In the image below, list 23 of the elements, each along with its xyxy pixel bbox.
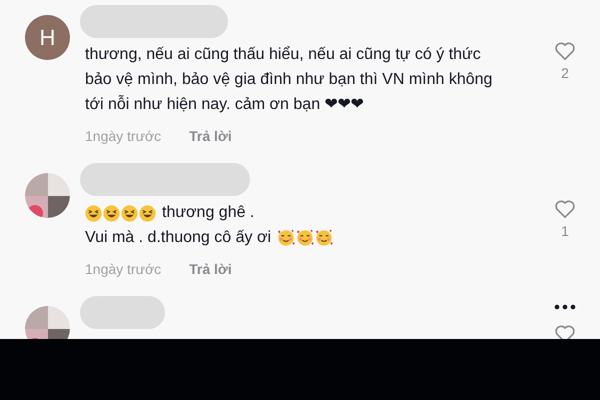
comment-text: tới nỗi như hiện nay. cảm ơn bạn ❤❤❤ xyxy=(85,94,364,115)
like-count: 1 xyxy=(561,222,569,241)
like-heart-icon[interactable] xyxy=(554,324,576,339)
reply-link[interactable]: Trả lời xyxy=(189,126,232,147)
comment-time: 1ngày trước xyxy=(85,260,162,279)
comment-text: thương ghê . xyxy=(162,203,254,223)
laughing-emoji-icon xyxy=(139,204,156,222)
smiling-hearts-emoji-icon xyxy=(277,229,295,247)
laughing-emoji-icon xyxy=(103,204,120,222)
reply-link[interactable]: Trả lời xyxy=(189,259,232,280)
laughing-emoji-icon xyxy=(121,204,138,222)
laughing-emoji-icon xyxy=(85,204,102,222)
comment-text: thương, nếu ai cũng thấu hiểu, nếu ai cũng tự có ý thức xyxy=(85,45,481,65)
comment-text: bảo vệ mình, bảo vệ gia đình như bạn thì VN mình không xyxy=(85,70,492,90)
comment-time: 1ngày trước xyxy=(85,127,162,146)
like-heart-icon[interactable] xyxy=(554,41,576,61)
more-icon[interactable] xyxy=(554,304,576,310)
avatar[interactable]: H xyxy=(25,15,70,60)
like-count: 2 xyxy=(561,64,569,83)
smiling-hearts-emoji-icon xyxy=(296,229,314,247)
smiling-hearts-emoji-icon xyxy=(315,229,333,247)
comment-text: Vui mà . d.thuong cô ấy ơi xyxy=(85,228,271,248)
like-heart-icon[interactable] xyxy=(554,199,576,219)
